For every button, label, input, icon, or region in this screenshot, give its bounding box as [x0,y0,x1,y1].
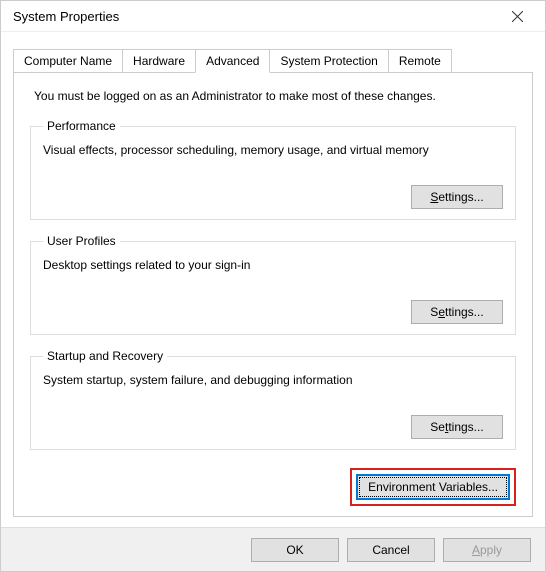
group-startup-recovery-desc: System startup, system failure, and debu… [43,373,503,387]
window-title: System Properties [13,9,495,24]
apply-button[interactable]: Apply [443,538,531,562]
tab-system-protection[interactable]: System Protection [269,49,388,72]
close-icon [512,11,523,22]
tab-advanced[interactable]: Advanced [195,49,270,73]
group-user-profiles-legend: User Profiles [43,234,120,248]
dialog-button-bar: OK Cancel Apply [1,527,545,571]
performance-settings-button[interactable]: Settings... [411,185,503,209]
group-startup-recovery-legend: Startup and Recovery [43,349,167,363]
tab-remote[interactable]: Remote [388,49,452,72]
tab-strip: Computer Name Hardware Advanced System P… [1,32,545,72]
user-profiles-settings-button[interactable]: Settings... [411,300,503,324]
group-performance-legend: Performance [43,119,120,133]
env-highlight: Environment Variables... [350,468,516,506]
group-startup-recovery-btnrow: Settings... [43,415,503,439]
system-properties-window: System Properties Computer Name Hardware… [0,0,546,572]
group-startup-recovery: Startup and Recovery System startup, sys… [30,349,516,450]
intro-text: You must be logged on as an Administrato… [30,89,516,103]
environment-variables-button[interactable]: Environment Variables... [356,474,510,500]
tab-panel-advanced: You must be logged on as an Administrato… [13,72,533,517]
titlebar: System Properties [1,1,545,32]
cancel-button[interactable]: Cancel [347,538,435,562]
startup-recovery-settings-button[interactable]: Settings... [411,415,503,439]
group-user-profiles-btnrow: Settings... [43,300,503,324]
tab-hardware[interactable]: Hardware [122,49,196,72]
group-user-profiles-desc: Desktop settings related to your sign-in [43,258,503,272]
ok-button[interactable]: OK [251,538,339,562]
group-performance: Performance Visual effects, processor sc… [30,119,516,220]
group-performance-desc: Visual effects, processor scheduling, me… [43,143,503,157]
env-row: Environment Variables... [30,468,516,506]
tab-computer-name[interactable]: Computer Name [13,49,123,72]
group-performance-btnrow: Settings... [43,185,503,209]
close-button[interactable] [495,2,539,30]
group-user-profiles: User Profiles Desktop settings related t… [30,234,516,335]
